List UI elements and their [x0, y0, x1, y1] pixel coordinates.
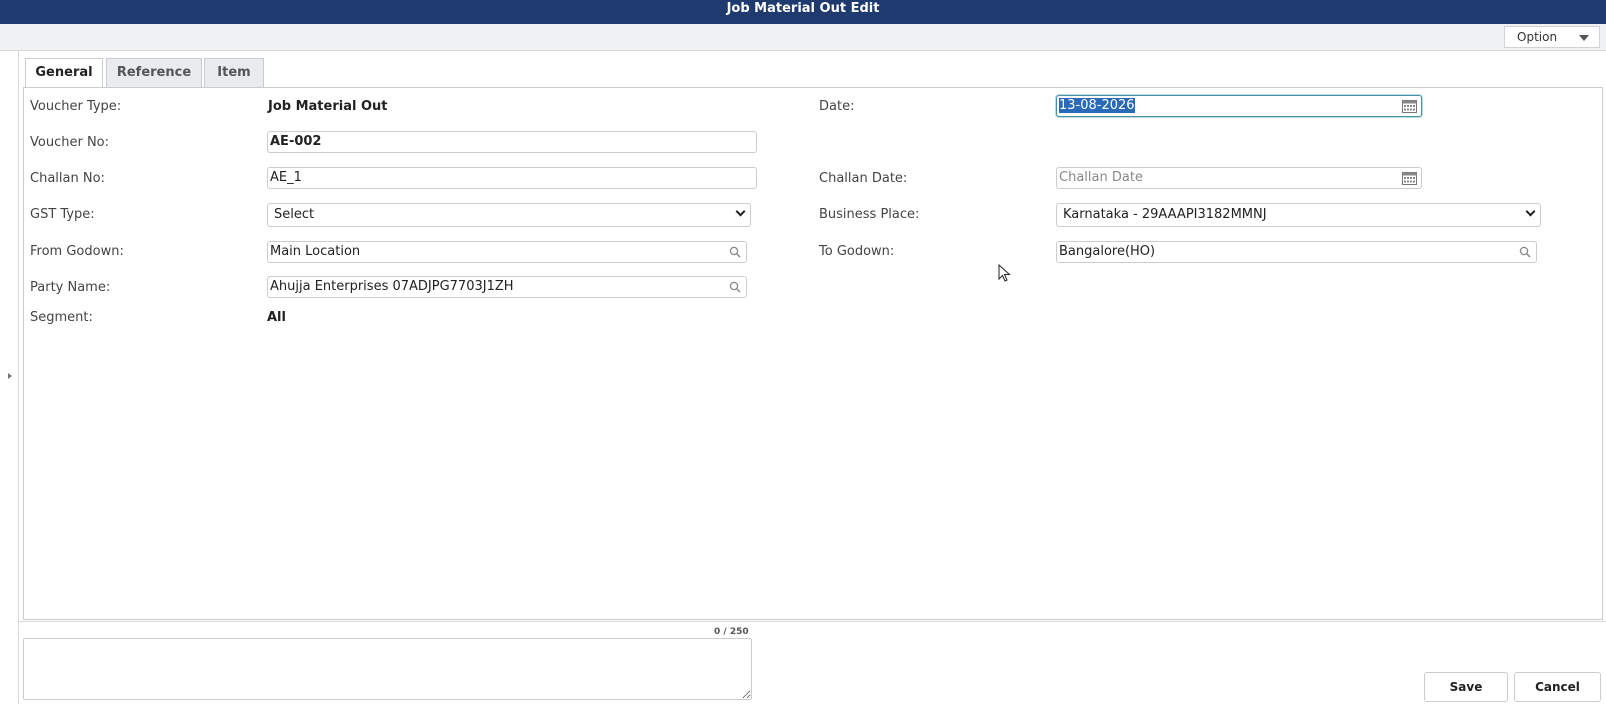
- business-place-label: Business Place:: [819, 207, 920, 222]
- segment-value: All: [267, 310, 286, 325]
- gst-type-label: GST Type:: [30, 207, 95, 222]
- party-name-label: Party Name:: [30, 280, 111, 295]
- notes-textarea[interactable]: [23, 638, 752, 700]
- calendar-icon[interactable]: [1402, 99, 1417, 113]
- chevron-down-icon: [1525, 206, 1536, 217]
- search-icon[interactable]: [729, 246, 741, 258]
- from-godown-input[interactable]: Main Location: [267, 241, 747, 263]
- gst-type-select[interactable]: Select: [267, 203, 751, 227]
- tab-item[interactable]: Item: [204, 58, 264, 88]
- voucher-no-label: Voucher No:: [30, 135, 109, 150]
- date-input[interactable]: 13-08-2026: [1056, 95, 1422, 117]
- party-name-value: Ahujja Enterprises 07ADJPG7703J1ZH: [270, 279, 514, 294]
- chevron-down-icon: [735, 206, 746, 217]
- from-godown-label: From Godown:: [30, 244, 124, 259]
- voucher-type-label: Voucher Type:: [30, 99, 122, 114]
- from-godown-value: Main Location: [270, 244, 361, 259]
- business-place-select[interactable]: Karnataka - 29AAAPI3182MMNJ: [1056, 203, 1541, 227]
- caret-down-icon: [1579, 35, 1589, 41]
- expand-arrow-icon[interactable]: [8, 373, 12, 379]
- gst-type-selected: Select: [274, 207, 315, 222]
- option-dropdown-button[interactable]: Option: [1504, 26, 1600, 48]
- party-name-input[interactable]: Ahujja Enterprises 07ADJPG7703J1ZH: [267, 276, 747, 298]
- challan-date-placeholder: Challan Date: [1059, 170, 1143, 185]
- cancel-button[interactable]: Cancel: [1514, 672, 1601, 702]
- option-label: Option: [1517, 30, 1558, 44]
- tab-reference[interactable]: Reference: [106, 58, 202, 88]
- challan-date-label: Challan Date:: [819, 171, 908, 186]
- search-icon[interactable]: [729, 281, 741, 293]
- segment-label: Segment:: [30, 310, 93, 325]
- date-label: Date:: [819, 99, 855, 114]
- window-title: Job Material Out Edit: [0, 0, 1606, 24]
- to-godown-value: Bangalore(HO): [1059, 244, 1156, 259]
- divider: [19, 621, 1606, 622]
- search-icon[interactable]: [1519, 246, 1531, 258]
- date-value: 13-08-2026: [1059, 98, 1135, 113]
- to-godown-input[interactable]: Bangalore(HO): [1056, 241, 1537, 263]
- to-godown-label: To Godown:: [819, 244, 895, 259]
- challan-date-input[interactable]: Challan Date: [1056, 167, 1422, 189]
- mouse-cursor-icon: [998, 264, 1011, 282]
- voucher-no-input[interactable]: AE-002: [267, 131, 757, 153]
- save-button[interactable]: Save: [1424, 672, 1508, 702]
- voucher-type-value: Job Material Out: [268, 99, 388, 114]
- calendar-icon[interactable]: [1402, 171, 1417, 185]
- challan-no-input[interactable]: AE_1: [267, 167, 757, 189]
- notes-char-counter: 0 / 250: [714, 627, 749, 637]
- toolbar: Option: [0, 24, 1606, 51]
- tab-general[interactable]: General: [25, 58, 103, 89]
- business-place-selected: Karnataka - 29AAAPI3182MMNJ: [1063, 207, 1267, 222]
- challan-no-label: Challan No:: [30, 171, 105, 186]
